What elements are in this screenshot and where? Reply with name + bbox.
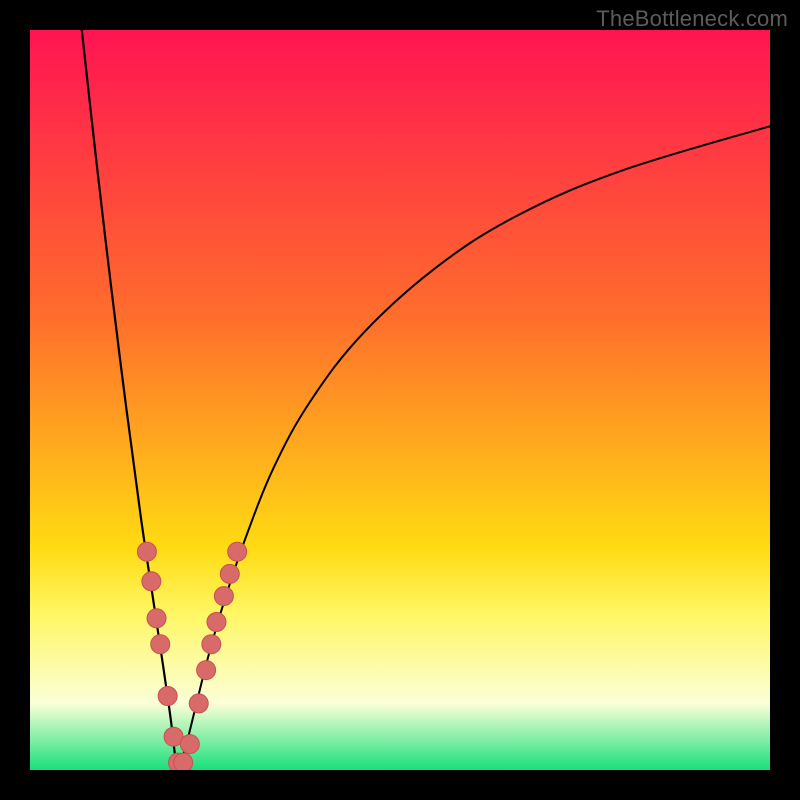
gradient-background xyxy=(30,30,770,770)
data-marker xyxy=(189,694,208,713)
data-marker xyxy=(147,609,166,628)
data-marker xyxy=(180,735,199,754)
data-marker xyxy=(197,661,216,680)
data-marker xyxy=(207,613,226,632)
data-marker xyxy=(220,564,239,583)
watermark-text: TheBottleneck.com xyxy=(596,6,788,32)
data-marker xyxy=(214,587,233,606)
chart-frame: TheBottleneck.com xyxy=(0,0,800,800)
chart-plot-area xyxy=(30,30,770,770)
data-marker xyxy=(202,635,221,654)
data-marker xyxy=(174,753,193,770)
chart-svg xyxy=(30,30,770,770)
data-marker xyxy=(151,635,170,654)
data-marker xyxy=(142,572,161,591)
data-marker xyxy=(158,687,177,706)
data-marker xyxy=(228,542,247,561)
data-marker xyxy=(137,542,156,561)
